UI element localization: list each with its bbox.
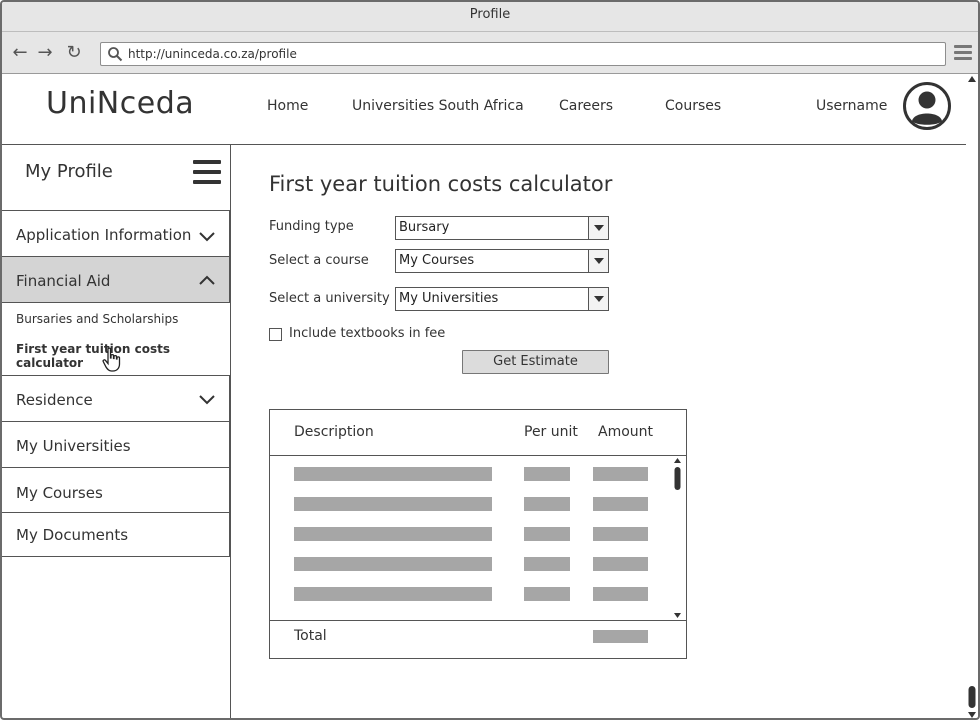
profile-header: My Profile <box>2 145 230 210</box>
chevron-down-icon <box>199 395 215 405</box>
hand-pointer-icon <box>102 347 121 372</box>
user-avatar-icon[interactable] <box>903 82 951 130</box>
table-header-divider <box>270 455 686 456</box>
column-header-description: Description <box>294 424 374 440</box>
nav-link-courses[interactable]: Courses <box>665 98 721 114</box>
placeholder-cell <box>593 557 648 571</box>
chevron-down-icon <box>199 232 215 242</box>
include-textbooks-label: Include textbooks in fee <box>289 326 446 341</box>
site-logo[interactable]: UniNceda <box>46 86 194 121</box>
placeholder-cell <box>593 467 648 481</box>
sidebar-section-financial-aid[interactable]: Financial Aid <box>2 256 230 303</box>
total-label: Total <box>294 628 327 644</box>
university-value: My Universities <box>399 291 499 306</box>
site-header: UniNceda Home Universities South Africa … <box>2 74 966 145</box>
get-estimate-button[interactable]: Get Estimate <box>462 350 609 374</box>
page-scrollbar[interactable] <box>966 74 978 720</box>
placeholder-cell <box>294 497 492 511</box>
placeholder-cell <box>524 497 570 511</box>
sidebar-item-my-documents[interactable]: My Documents <box>2 512 230 557</box>
sidebar-section-application[interactable]: Application Information <box>2 210 230 257</box>
placeholder-cell <box>524 467 570 481</box>
column-header-amount: Amount <box>598 424 654 440</box>
placeholder-cell <box>294 557 492 571</box>
url-text: http://uninceda.co.za/profile <box>128 47 297 61</box>
back-arrow-icon[interactable]: ← <box>10 43 30 63</box>
nav-link-home[interactable]: Home <box>267 98 308 114</box>
placeholder-cell <box>593 587 648 601</box>
chevron-up-icon <box>199 275 215 285</box>
course-value: My Courses <box>399 253 475 268</box>
funding-type-label: Funding type <box>269 219 354 234</box>
placeholder-cell <box>593 497 648 511</box>
search-icon <box>108 47 123 62</box>
placeholder-cell <box>294 587 492 601</box>
reload-icon[interactable]: ↻ <box>64 43 84 63</box>
dropdown-arrow-icon <box>588 217 608 239</box>
profile-title: My Profile <box>25 161 113 182</box>
username-label[interactable]: Username <box>816 98 887 114</box>
sidebar-item-label: My Universities <box>16 437 131 455</box>
sidebar-item-my-courses[interactable]: My Courses <box>2 467 230 513</box>
placeholder-cell <box>294 467 492 481</box>
profile-sidebar: My Profile Application Information Finan… <box>2 145 231 718</box>
column-header-per-unit: Per unit <box>524 424 578 440</box>
sidebar-subitem-bursaries[interactable]: Bursaries and Scholarships <box>16 312 178 326</box>
table-row <box>270 467 670 481</box>
university-label: Select a university <box>269 291 390 306</box>
table-row <box>270 497 670 511</box>
browser-menu-icon[interactable] <box>954 45 972 61</box>
cost-table: Description Per unit Amount Total <box>269 409 687 659</box>
browser-window: Profile ← → ↻ http://uninceda.co.za/prof… <box>0 0 980 720</box>
placeholder-cell <box>524 527 570 541</box>
sidebar-section-label: Residence <box>16 391 93 409</box>
hamburger-menu-icon[interactable] <box>193 160 221 186</box>
table-footer-divider <box>270 620 686 621</box>
sidebar-item-label: My Courses <box>16 484 103 502</box>
page-content: UniNceda Home Universities South Africa … <box>2 74 978 720</box>
forward-arrow-icon[interactable]: → <box>35 43 55 63</box>
sidebar-section-label: Application Information <box>16 226 192 244</box>
nav-link-careers[interactable]: Careers <box>559 98 613 114</box>
course-select[interactable]: My Courses <box>395 249 609 273</box>
include-textbooks-checkbox[interactable] <box>269 328 282 341</box>
table-row <box>270 587 670 601</box>
sidebar-section-label: Financial Aid <box>16 272 111 290</box>
sidebar-item-my-universities[interactable]: My Universities <box>2 421 230 468</box>
university-select[interactable]: My Universities <box>395 287 609 311</box>
address-bar[interactable]: http://uninceda.co.za/profile <box>100 42 946 66</box>
dropdown-arrow-icon <box>588 288 608 310</box>
placeholder-cell <box>294 527 492 541</box>
total-placeholder <box>593 630 648 643</box>
funding-type-select[interactable]: Bursary <box>395 216 609 240</box>
placeholder-cell <box>524 557 570 571</box>
dropdown-arrow-icon <box>588 250 608 272</box>
funding-type-value: Bursary <box>399 220 450 235</box>
page-title: First year tuition costs calculator <box>269 172 613 196</box>
nav-link-universities[interactable]: Universities South Africa <box>352 98 524 114</box>
placeholder-cell <box>593 527 648 541</box>
table-row <box>270 557 670 571</box>
window-title: Profile <box>2 2 978 32</box>
course-label: Select a course <box>269 253 369 268</box>
table-scrollbar[interactable] <box>670 456 685 620</box>
sidebar-section-residence[interactable]: Residence <box>2 375 230 422</box>
browser-toolbar: ← → ↻ http://uninceda.co.za/profile <box>2 32 978 74</box>
placeholder-cell <box>524 587 570 601</box>
table-row <box>270 527 670 541</box>
sidebar-item-label: My Documents <box>16 526 129 544</box>
